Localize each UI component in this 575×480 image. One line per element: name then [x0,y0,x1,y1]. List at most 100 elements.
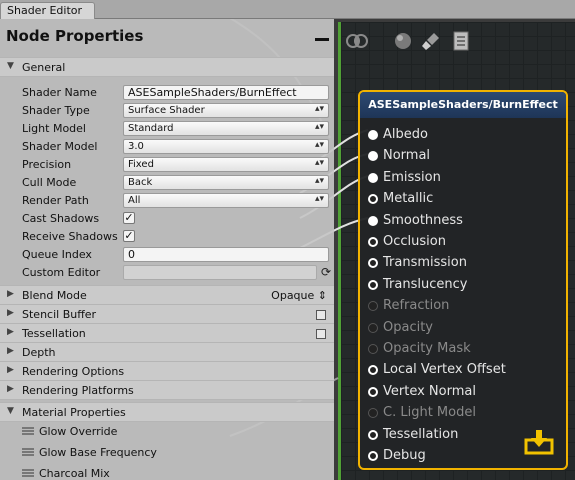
section-label: Depth [22,346,56,359]
cull-mode-label: Cull Mode [22,176,77,189]
port-label: Emission [383,169,441,185]
material-sphere-icon[interactable] [392,30,414,52]
section-label: Material Properties [22,406,126,419]
port-connector-icon[interactable] [368,130,378,140]
blend-mode-dropdown[interactable]: Opaque ⇕ [271,289,327,302]
section-label: Tessellation [22,327,86,340]
input-port[interactable]: Local Vertex Offset [360,359,566,380]
material-property-item[interactable]: Glow Base Frequency [0,443,334,463]
light-model-dropdown[interactable]: Standard ▴▾ [123,121,329,136]
port-label: Opacity [383,319,434,335]
dropdown-value: Standard [128,123,174,134]
refresh-icon[interactable]: ⟳ [321,265,331,279]
shader-name-input[interactable]: ASESampleShaders/BurnEffect [123,85,329,100]
shader-type-dropdown[interactable]: Surface Shader ▴▾ [123,103,329,118]
clean-brush-icon[interactable] [420,30,442,52]
port-connector-icon[interactable] [368,408,378,419]
port-label: C. Light Model [383,405,476,421]
collapse-arrow-icon: ▶ [7,384,14,394]
shader-model-dropdown[interactable]: 3.0 ▴▾ [123,139,329,154]
input-port[interactable]: Translucency [360,274,566,295]
dropdown-arrows-icon: ▴▾ [314,104,324,114]
section-stencil-buffer[interactable]: ▶ Stencil Buffer [0,304,334,324]
dropdown-value: Surface Shader [128,105,205,116]
save-download-icon[interactable] [524,428,554,456]
section-general[interactable]: ▼ General [0,57,334,77]
section-depth[interactable]: ▶ Depth [0,342,334,362]
section-material-properties[interactable]: ▼ Material Properties [0,402,334,422]
port-connector-icon[interactable] [368,215,378,226]
port-label: Albedo [383,127,428,142]
tessellation-checkbox[interactable] [316,329,326,339]
cull-mode-dropdown[interactable]: Back ▴▾ [123,175,329,190]
port-connector-icon[interactable] [368,451,378,461]
drag-handle-icon[interactable] [22,469,34,477]
drag-handle-icon[interactable] [22,427,34,435]
receive-shadows-checkbox[interactable]: ✓ [123,230,135,242]
tab-shader-editor[interactable]: Shader Editor [0,2,95,19]
port-connector-icon[interactable] [368,172,378,183]
input-port[interactable]: Opacity [360,317,566,338]
shader-model-label: Shader Model [22,140,98,153]
port-connector-icon[interactable] [368,429,378,440]
input-port[interactable]: Occlusion [360,231,566,252]
port-label: Transmission [383,255,467,271]
input-port[interactable]: Normal [360,145,566,166]
cast-shadows-checkbox[interactable]: ✓ [123,212,135,224]
input-port[interactable]: Vertex Normal [360,381,566,402]
custom-editor-row: Custom Editor ⟳ [0,264,334,281]
panel-header: Node Properties [0,19,334,57]
material-property-item[interactable]: Charcoal Mix [0,464,334,480]
input-port[interactable]: C. Light Model [360,402,566,423]
master-output-node[interactable]: ASESampleShaders/BurnEffect Albedo Normal… [358,90,568,470]
material-property-label: Glow Override [39,425,118,438]
live-preview-icon[interactable] [346,30,368,52]
section-blend-mode[interactable]: ▶ Blend Mode Opaque ⇕ [0,285,334,305]
section-rendering-options[interactable]: ▶ Rendering Options [0,361,334,381]
input-port[interactable]: Transmission [360,252,566,273]
dropdown-value: 3.0 [128,141,144,152]
shader-name-row: Shader Name ASESampleShaders/BurnEffect [0,84,334,101]
dropdown-arrows-icon: ▴▾ [314,194,324,204]
precision-dropdown[interactable]: Fixed ▴▾ [123,157,329,172]
section-rendering-platforms[interactable]: ▶ Rendering Platforms [0,380,334,400]
input-port[interactable]: Refraction [360,295,566,316]
input-port[interactable]: Albedo [360,124,566,145]
shader-document-icon[interactable] [450,30,472,52]
material-property-item[interactable]: Glow Override [0,422,334,442]
port-connector-icon[interactable] [368,301,378,312]
section-label: Blend Mode [22,289,87,302]
input-port[interactable]: Smoothness [360,210,566,231]
custom-editor-input[interactable] [123,265,317,280]
port-connector-icon[interactable] [368,279,378,290]
section-tessellation[interactable]: ▶ Tessellation [0,323,334,343]
dropdown-arrows-icon: ▴▾ [314,176,324,186]
section-label: General [22,61,66,74]
cast-shadows-row: Cast Shadows ✓ [0,210,334,227]
collapse-arrow-icon: ▶ [7,327,14,337]
port-connector-icon[interactable] [368,322,378,333]
port-connector-icon[interactable] [368,258,378,269]
minimize-icon[interactable] [315,38,329,41]
stencil-buffer-checkbox[interactable] [316,310,326,320]
dropdown-value: Fixed [128,159,154,170]
queue-index-input[interactable]: 0 [123,247,329,262]
port-label: Smoothness [383,212,463,228]
expand-arrow-icon: ▼ [7,406,14,416]
input-port[interactable]: Opacity Mask [360,338,566,359]
port-connector-icon[interactable] [368,194,378,205]
dropdown-arrows-icon: ▴▾ [314,122,324,132]
render-path-dropdown[interactable]: All ▴▾ [123,193,329,208]
port-connector-icon[interactable] [368,151,378,162]
port-connector-icon[interactable] [368,365,378,376]
drag-handle-icon[interactable] [22,448,34,456]
port-label: Local Vertex Offset [383,362,506,378]
collapse-arrow-icon: ▶ [7,346,14,356]
port-connector-icon[interactable] [368,344,378,354]
port-connector-icon[interactable] [368,386,378,397]
input-port[interactable]: Metallic [360,188,566,209]
port-connector-icon[interactable] [368,237,378,247]
receive-shadows-label: Receive Shadows [22,230,118,243]
render-path-row: Render Path All ▴▾ [0,192,334,209]
input-port[interactable]: Emission [360,167,566,188]
